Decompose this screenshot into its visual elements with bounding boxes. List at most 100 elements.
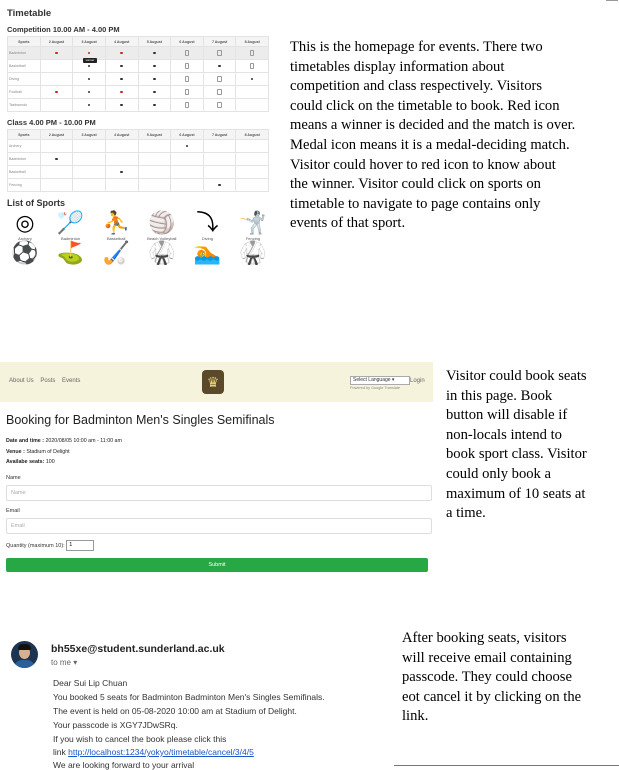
sport-link[interactable]: Basketball bbox=[7, 59, 41, 73]
timetable-cell[interactable] bbox=[72, 165, 106, 179]
event-icon[interactable] bbox=[55, 157, 58, 160]
event-icon[interactable] bbox=[87, 103, 91, 106]
sport-item[interactable]: 🥋 bbox=[144, 242, 180, 264]
timetable-cell[interactable] bbox=[170, 152, 204, 166]
timetable-cell[interactable] bbox=[72, 98, 106, 112]
table-row[interactable]: Basketball bbox=[7, 59, 269, 73]
timetable-cell[interactable] bbox=[202, 139, 237, 153]
sport-link[interactable]: Basketball bbox=[7, 165, 41, 179]
medal-icon[interactable] bbox=[184, 101, 190, 108]
event-icon[interactable] bbox=[87, 90, 91, 93]
table-row[interactable]: Football bbox=[7, 85, 269, 99]
timetable-cell[interactable] bbox=[235, 46, 269, 60]
sport-item[interactable]: ◎ Archery bbox=[7, 210, 43, 241]
timetable-cell[interactable] bbox=[202, 165, 237, 179]
timetable-cell[interactable] bbox=[39, 85, 74, 99]
sport-item[interactable]: ⛹ Basketball bbox=[98, 210, 134, 241]
timetable-cell[interactable] bbox=[104, 139, 139, 153]
timetable-cell[interactable] bbox=[137, 72, 172, 86]
event-icon[interactable] bbox=[153, 90, 156, 93]
timetable-cell[interactable] bbox=[235, 59, 269, 73]
site-logo[interactable]: ♛ bbox=[202, 370, 224, 394]
sport-link[interactable]: Badminton bbox=[7, 152, 41, 166]
winner-icon[interactable] bbox=[120, 51, 123, 54]
timetable-cell[interactable] bbox=[104, 46, 139, 60]
timetable-cell[interactable] bbox=[202, 46, 237, 60]
timetable-cell[interactable] bbox=[72, 152, 106, 166]
winner-icon[interactable] bbox=[55, 90, 58, 93]
timetable-cell[interactable] bbox=[72, 72, 106, 86]
timetable-cell[interactable] bbox=[137, 98, 172, 112]
timetable-cell[interactable] bbox=[202, 59, 237, 73]
timetable-cell[interactable] bbox=[202, 178, 237, 192]
timetable-cell[interactable] bbox=[202, 98, 237, 112]
event-icon[interactable] bbox=[120, 77, 123, 80]
nav-about-us[interactable]: About Us bbox=[9, 378, 34, 384]
timetable-cell[interactable] bbox=[235, 98, 269, 112]
timetable-cell[interactable] bbox=[72, 85, 106, 99]
table-row[interactable]: Archery bbox=[7, 139, 269, 153]
medal-icon[interactable] bbox=[184, 88, 190, 95]
timetable-cell[interactable] bbox=[170, 72, 204, 86]
winner-icon[interactable] bbox=[55, 51, 58, 54]
event-icon[interactable] bbox=[153, 64, 156, 67]
event-icon[interactable] bbox=[153, 77, 156, 80]
cancel-link[interactable]: http://localhost:1234/yokyo/timetable/ca… bbox=[68, 747, 254, 757]
timetable-cell[interactable] bbox=[170, 178, 204, 192]
timetable-cell[interactable] bbox=[170, 46, 204, 60]
winner-icon[interactable] bbox=[120, 90, 123, 93]
sport-item[interactable]: 🏊 bbox=[189, 242, 225, 264]
timetable-cell[interactable] bbox=[137, 139, 172, 153]
timetable-cell[interactable] bbox=[137, 59, 172, 73]
sport-item[interactable]: 🥋 bbox=[235, 242, 271, 264]
nav-posts[interactable]: Posts bbox=[40, 378, 55, 384]
class-timetable[interactable]: Sports 2 August 3 August 4 August 5 August 6 … bbox=[7, 129, 269, 192]
sport-item[interactable]: ⚽ bbox=[7, 242, 43, 264]
timetable-cell[interactable] bbox=[235, 152, 269, 166]
table-row[interactable]: Fencing bbox=[7, 178, 269, 192]
timetable-cell[interactable] bbox=[170, 139, 204, 153]
timetable-cell[interactable] bbox=[39, 152, 74, 166]
medal-icon[interactable] bbox=[217, 49, 222, 56]
sport-link[interactable]: Taekwondo bbox=[7, 98, 41, 112]
timetable-cell[interactable] bbox=[170, 165, 204, 179]
timetable-cell[interactable] bbox=[104, 152, 139, 166]
timetable-cell[interactable] bbox=[72, 178, 106, 192]
timetable-cell[interactable] bbox=[39, 178, 74, 192]
sport-item[interactable]: 🏸 Badminton bbox=[53, 210, 89, 241]
sport-item[interactable]: ⛳ bbox=[53, 242, 89, 264]
table-row[interactable]: Taekwondo bbox=[7, 98, 269, 112]
event-icon[interactable] bbox=[185, 144, 189, 147]
timetable-cell[interactable] bbox=[137, 85, 172, 99]
competition-timetable[interactable]: Sports 2 August 3 August 4 August 5 August 6 … bbox=[7, 36, 269, 112]
timetable-cell[interactable] bbox=[104, 178, 139, 192]
timetable-cell[interactable] bbox=[235, 72, 269, 86]
quantity-input[interactable]: 1 bbox=[66, 540, 95, 551]
timetable-cell[interactable] bbox=[39, 98, 74, 112]
medal-icon[interactable] bbox=[249, 62, 255, 69]
language-select[interactable]: Select Language ▾ bbox=[350, 376, 410, 385]
timetable-cell[interactable] bbox=[235, 178, 269, 192]
sport-item[interactable]: 🏑 bbox=[98, 242, 134, 264]
timetable-cell[interactable] bbox=[235, 165, 269, 179]
event-icon[interactable] bbox=[218, 64, 221, 67]
timetable-cell[interactable] bbox=[39, 59, 74, 73]
event-icon[interactable] bbox=[87, 64, 91, 67]
sport-link[interactable]: Badminton bbox=[7, 46, 41, 60]
event-icon[interactable] bbox=[250, 77, 254, 80]
event-icon[interactable] bbox=[120, 64, 123, 67]
timetable-cell[interactable] bbox=[104, 98, 139, 112]
timetable-cell[interactable] bbox=[170, 85, 204, 99]
event-icon[interactable] bbox=[218, 183, 221, 186]
timetable-cell[interactable] bbox=[39, 139, 74, 153]
timetable-cell[interactable] bbox=[39, 72, 74, 86]
event-icon[interactable] bbox=[153, 103, 156, 106]
sport-link[interactable]: Archery bbox=[7, 139, 41, 153]
event-icon[interactable] bbox=[120, 170, 123, 173]
submit-button[interactable]: Submit bbox=[6, 558, 428, 572]
event-icon[interactable] bbox=[153, 51, 156, 54]
email-recipient[interactable]: to me ▾ bbox=[51, 658, 77, 667]
timetable-cell[interactable] bbox=[170, 59, 204, 73]
sport-link[interactable]: Football bbox=[7, 85, 41, 99]
login-link[interactable]: Login bbox=[410, 378, 425, 384]
